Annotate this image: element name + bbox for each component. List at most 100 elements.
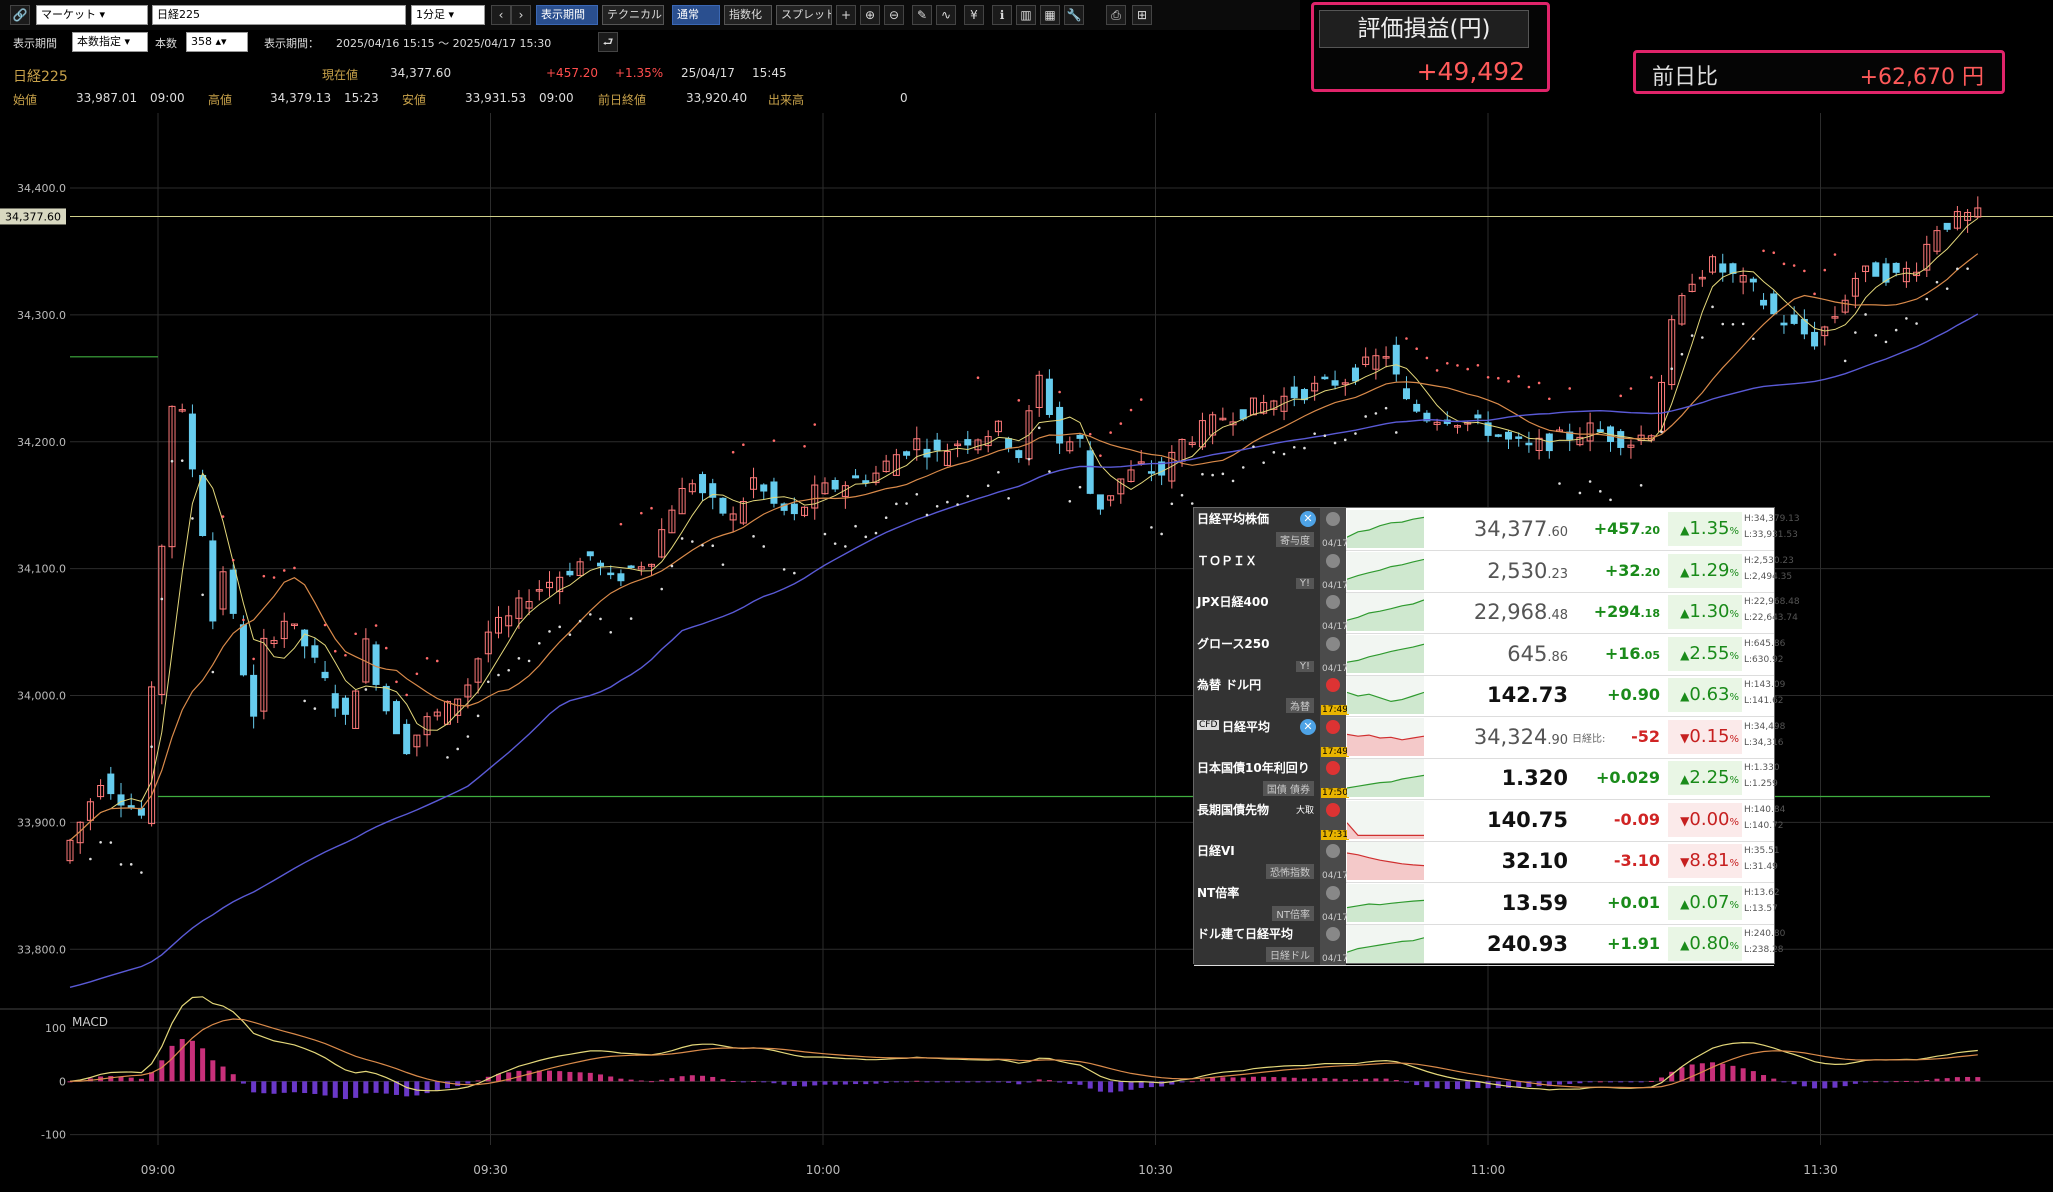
period-mode-select[interactable]: 本数指定 ▾	[72, 32, 148, 52]
market-row[interactable]: JPX日経400 04/17 22,968.48 +294.18 ▲1.30% H:22,…	[1194, 591, 1800, 634]
row-sub-button[interactable]: Y!	[1295, 577, 1314, 589]
market-row[interactable]: 日本国債10年利回り 国債 債券 17:50 1.320 +0.029 ▲2.25% H:1…	[1194, 757, 1780, 800]
row-name-cell[interactable]: 為替 ドル円 為替	[1194, 674, 1321, 716]
candle-body	[933, 439, 941, 451]
row-high: H:140.84	[1744, 804, 1786, 815]
sparkline[interactable]	[1347, 800, 1424, 839]
row-pct: ▼8.81%	[1668, 844, 1742, 878]
chevron-left-icon[interactable]: ‹	[491, 5, 511, 25]
row-name-cell[interactable]: 日経VI 恐怖指数	[1194, 840, 1321, 882]
sar-dot	[109, 841, 113, 844]
row-name-cell[interactable]: ＴＯＰＩＸ Y!	[1194, 549, 1321, 592]
wrench-icon[interactable]: 🔧	[1064, 5, 1084, 25]
expand-icon[interactable]: ⊞	[1132, 5, 1152, 25]
macd-histogram-bar	[302, 1081, 308, 1094]
market-row[interactable]: 長期国債先物 大取 17:31 140.75 -0.09 ▼0.00% H:140.84 L:…	[1194, 798, 1786, 842]
row-sub-button[interactable]: 恐怖指数	[1266, 864, 1314, 879]
bars-icon[interactable]: ▥	[1016, 5, 1036, 25]
candle-body	[1596, 429, 1604, 433]
row-name-cell[interactable]: NT倍率 NT倍率	[1194, 881, 1321, 924]
quote-name: 日経225	[13, 69, 68, 85]
market-row[interactable]: 為替 ドル円 為替 17:49 142.73 +0.90 ▲0.63% H:143.09 L:…	[1194, 674, 1786, 717]
row-sub-button[interactable]: 国債 債券	[1262, 781, 1314, 796]
sparkline[interactable]	[1347, 717, 1424, 756]
macd-histogram-bar	[577, 1072, 583, 1082]
info-icon[interactable]: ℹ	[992, 5, 1012, 25]
macd-histogram-bar	[1179, 1081, 1185, 1083]
row-price-main: 32.10	[1501, 849, 1568, 873]
row-name-cell[interactable]: CFD 日経平均 ✕	[1194, 715, 1321, 758]
row-name-cell[interactable]: 長期国債先物 大取	[1194, 798, 1321, 841]
sar-dot	[1129, 408, 1133, 412]
zoom-in-icon[interactable]: ⊕	[860, 5, 880, 25]
print-icon[interactable]: ⎙	[1106, 5, 1126, 25]
market-row[interactable]: 日経平均株価 ✕ 寄与度 04/17 34,377.60 +457.20 ▲1.35% H:3…	[1194, 508, 1800, 551]
candle-body	[1413, 403, 1421, 412]
yen-icon[interactable]: ¥	[964, 5, 984, 25]
macd-histogram-bar	[108, 1076, 114, 1082]
sparkline[interactable]	[1347, 593, 1424, 631]
spread-button[interactable]: スプレッド	[776, 5, 832, 25]
period-button[interactable]: 表示期間	[536, 5, 598, 25]
row-high: H:143.09	[1744, 680, 1786, 690]
chart-icon[interactable]: ▦	[1040, 5, 1060, 25]
macd-histogram-bar	[1679, 1067, 1685, 1082]
macd-histogram-bar	[1322, 1078, 1328, 1082]
sar-dot	[589, 613, 592, 616]
x-tick-label: 09:00	[141, 1163, 176, 1177]
row-sub-button[interactable]: 為替	[1286, 698, 1314, 713]
macd-histogram-bar	[1638, 1081, 1644, 1083]
macd-histogram-bar	[1781, 1081, 1787, 1083]
row-low: L:33,931.53	[1744, 530, 1798, 540]
market-row[interactable]: ドル建て日経平均 日経ドル 04/17 240.93 +1.91 ▲0.80% H:240.…	[1194, 923, 1785, 966]
market-row[interactable]: CFD 日経平均 ✕ 17:49 34,324.90 日経比: -52 ▼0.15% H:34,…	[1194, 715, 1785, 759]
row-change: +457.20	[1568, 508, 1660, 550]
return-icon[interactable]: ⮐	[598, 32, 618, 52]
row-name-cell[interactable]: 日本国債10年利回り 国債 債券	[1194, 757, 1321, 799]
market-row[interactable]: 日経VI 恐怖指数 04/17 32.10 -3.10 ▼8.81% H:35.51 L:31…	[1194, 840, 1780, 883]
symbol-select[interactable]: 日経225	[152, 5, 406, 25]
sar-dot	[119, 863, 123, 866]
row-name-cell[interactable]: JPX日経400	[1194, 591, 1321, 633]
row-name-cell[interactable]: ドル建て日経平均 日経ドル	[1194, 923, 1321, 965]
row-change: +0.90	[1568, 674, 1660, 716]
sparkline[interactable]	[1347, 510, 1424, 548]
sparkline[interactable]	[1347, 883, 1424, 922]
technical-button[interactable]: テクニカル	[602, 5, 664, 25]
sar-dot	[1425, 356, 1429, 360]
sparkline[interactable]	[1347, 842, 1424, 880]
sparkline[interactable]	[1347, 634, 1424, 673]
row-name-cell[interactable]: 日経平均株価 ✕ 寄与度	[1194, 508, 1321, 550]
sparkline[interactable]	[1347, 925, 1424, 963]
row-sub-button[interactable]: Y!	[1295, 660, 1314, 672]
interval-select[interactable]: 1分足 ▾	[411, 5, 485, 25]
macd-histogram-bar	[1067, 1081, 1073, 1084]
market-row[interactable]: NT倍率 NT倍率 04/17 13.59 +0.01 ▲0.07% H:13.62 L:13…	[1194, 881, 1780, 925]
row-sub-button[interactable]: 寄与度	[1276, 532, 1314, 547]
market-select[interactable]: マーケット ▾	[36, 5, 148, 25]
link-icon[interactable]: 🔗	[10, 5, 30, 25]
sar-dot	[568, 633, 572, 636]
sparkline[interactable]	[1347, 759, 1424, 797]
index-button[interactable]: 指数化	[724, 5, 772, 25]
crosshair-icon[interactable]: +	[836, 5, 856, 25]
close-icon[interactable]: ✕	[1300, 511, 1316, 527]
macd-histogram-bar	[1822, 1081, 1828, 1089]
sar-dot	[1558, 482, 1561, 485]
row-sub-button[interactable]: 日経ドル	[1266, 947, 1314, 962]
close-icon[interactable]: ✕	[1300, 718, 1316, 735]
sparkline[interactable]	[1347, 551, 1424, 590]
candle-body	[1525, 442, 1533, 446]
chevron-right-icon[interactable]: ›	[511, 5, 531, 25]
sparkline[interactable]	[1347, 676, 1424, 714]
count-stepper[interactable]: 358 ▴▾	[186, 32, 248, 52]
row-name-cell[interactable]: グロース250 Y!	[1194, 632, 1321, 675]
market-row[interactable]: グロース250 Y! 04/17 645.86 +16.05 ▲2.55% H:645.86…	[1194, 632, 1785, 676]
zoom-out-icon[interactable]: ⊖	[884, 5, 904, 25]
normal-button[interactable]: 通常	[672, 5, 720, 25]
market-row[interactable]: ＴＯＰＩＸ Y! 04/17 2,530.23 +32.20 ▲1.29% H:2,530.…	[1194, 549, 1794, 593]
draw-pen-icon[interactable]: ✎	[912, 5, 932, 25]
row-status-cell: 04/17	[1320, 591, 1348, 633]
row-sub-button[interactable]: NT倍率	[1272, 905, 1314, 921]
wave-icon[interactable]: ∿	[936, 5, 956, 25]
